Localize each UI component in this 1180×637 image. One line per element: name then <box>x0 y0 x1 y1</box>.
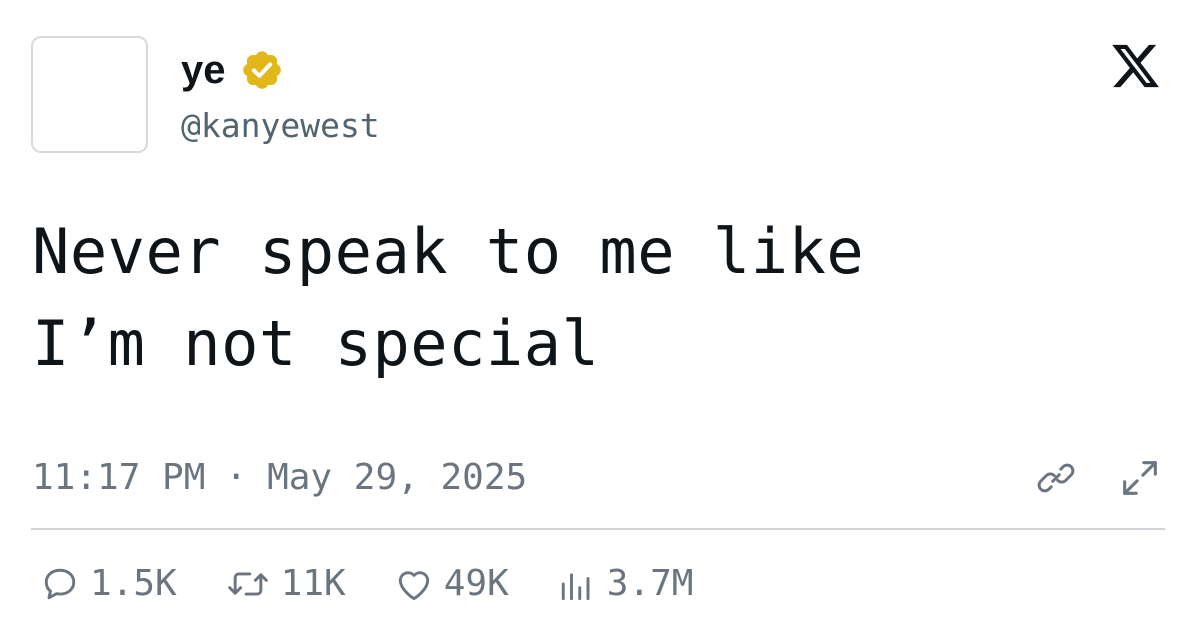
engagement-bar: 1.5K 11K 49K 3.7M <box>38 560 739 608</box>
tweet-text-line: I’m not special <box>32 307 600 380</box>
expand-icon[interactable] <box>1117 455 1163 501</box>
like-button[interactable]: 49K <box>392 560 509 608</box>
tweet-time[interactable]: 11:17 PM <box>32 454 205 502</box>
like-count: 49K <box>443 563 509 604</box>
display-name[interactable]: ye <box>181 48 226 92</box>
tweet-date[interactable]: May 29, 2025 <box>267 454 527 502</box>
tweet-text-line: Never speak to me like <box>32 215 865 288</box>
reply-icon <box>44 568 76 600</box>
views-icon <box>561 573 590 601</box>
verified-badge-icon <box>242 51 281 89</box>
reply-count: 1.5K <box>90 563 177 604</box>
repost-button[interactable]: 11K <box>223 560 346 608</box>
repost-icon <box>227 572 268 596</box>
repost-count: 11K <box>280 563 346 604</box>
reply-button[interactable]: 1.5K <box>38 560 177 608</box>
author-name-row: ye <box>181 48 284 92</box>
avatar[interactable] <box>31 36 148 153</box>
x-logo-icon[interactable] <box>1108 40 1163 92</box>
author-handle[interactable]: @kanyewest <box>181 106 380 146</box>
divider <box>31 528 1165 530</box>
heart-icon <box>398 571 429 601</box>
meta-separator: · <box>225 457 248 498</box>
views-button[interactable]: 3.7M <box>555 560 694 608</box>
link-icon[interactable] <box>1034 456 1078 500</box>
views-count: 3.7M <box>606 563 694 604</box>
tweet-text: Never speak to me like I’m not special <box>32 206 864 390</box>
tweet-timestamp: 11:17 PM · May 29, 2025 <box>32 454 527 502</box>
